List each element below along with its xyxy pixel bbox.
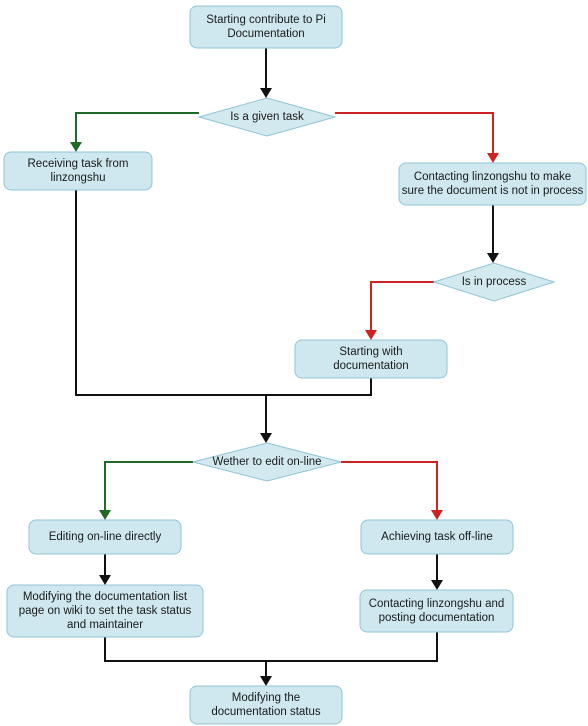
node-label-line: Contacting linzongshu to make — [414, 171, 571, 183]
node-is-given-task[interactable]: Is a given task — [197, 97, 337, 137]
process-shape — [189, 5, 343, 49]
node-modify-doc-status[interactable]: Modifying the documentation status — [189, 685, 343, 725]
node-label: Is in process — [462, 276, 527, 288]
edge-line — [75, 112, 199, 146]
edge-e-edit-no — [341, 461, 443, 520]
node-label-line: Achieving task off-line — [381, 531, 493, 543]
arrowhead-icon — [431, 580, 443, 590]
node-label-line: Starting with — [339, 346, 402, 358]
node-contacting-check[interactable]: Contacting linzongshu to make sure the do… — [398, 162, 587, 206]
node-label-line: Receiving task from — [28, 158, 129, 170]
edge-e-start-decision — [260, 48, 272, 98]
node-modify-doc-list[interactable]: Modifying the documentation list page on … — [6, 584, 204, 638]
node-label-line: posting documentation — [379, 612, 495, 624]
node-label: Wether to edit on-line — [212, 456, 321, 468]
arrowhead-icon — [431, 510, 443, 520]
arrowhead-icon — [487, 153, 499, 163]
node-starting-with-doc[interactable]: Starting with documentation — [294, 339, 448, 379]
node-label-line: Is in process — [462, 276, 527, 288]
process-shape — [398, 162, 587, 206]
node-label-line: Documentation — [227, 28, 304, 40]
flowchart-svg: Starting contribute to Pi Documentation Is… — [3, 5, 587, 725]
node-is-in-process[interactable]: Is in process — [432, 262, 556, 302]
edge-e-check-process — [487, 205, 499, 263]
node-editing-online[interactable]: Editing on-line directly — [28, 519, 182, 555]
node-label-line: Editing on-line directly — [49, 531, 162, 543]
node-label-line: Modifying the — [232, 692, 300, 704]
flowchart-canvas: Starting contribute to Pi Documentation Is… — [0, 0, 588, 726]
node-label-line: sure the document is not in process — [402, 185, 584, 197]
arrowhead-icon — [365, 330, 377, 340]
edge-line — [370, 281, 434, 334]
edge-e-merge-final — [104, 632, 438, 686]
node-start[interactable]: Starting contribute to Pi Documentation — [189, 5, 343, 49]
node-contact-post[interactable]: Contacting linzongshu and posting documen… — [359, 589, 514, 633]
edge-e-online-modify — [99, 554, 111, 585]
node-label-line: documentation status — [211, 706, 321, 718]
node-label-line: Starting contribute to Pi — [206, 14, 326, 26]
edge-line — [104, 461, 193, 514]
node-label-line: linzongshu — [51, 172, 106, 184]
node-label: Is a given task — [230, 111, 304, 123]
arrowhead-icon — [99, 575, 111, 585]
arrowhead-icon — [70, 142, 82, 152]
node-achieving-offline[interactable]: Achieving task off-line — [360, 519, 514, 555]
edge-e-given-yes — [70, 112, 199, 152]
edge-e-inprocess-no — [365, 281, 434, 340]
edge-line — [341, 461, 438, 514]
node-label-line: documentation — [333, 360, 408, 372]
arrowhead-icon — [99, 510, 111, 520]
edge-line — [104, 632, 438, 680]
edge-e-edit-yes — [99, 461, 193, 520]
node-label-line: Modifying the documentation list — [23, 591, 188, 603]
edge-line — [335, 112, 494, 157]
arrowhead-icon — [260, 88, 272, 98]
node-label-line: page on wiki to set the task status — [19, 605, 192, 617]
edge-e-offline-contact — [431, 554, 443, 590]
node-label-line: and maintainer — [67, 619, 143, 631]
node-label: Editing on-line directly — [49, 531, 162, 543]
node-label-line: Contacting linzongshu and — [369, 598, 505, 610]
node-label: Achieving task off-line — [381, 531, 493, 543]
arrowhead-icon — [260, 433, 272, 443]
edge-e-given-no — [335, 112, 499, 163]
node-receiving-task[interactable]: Receiving task from linzongshu — [3, 151, 153, 191]
edge-line — [75, 190, 372, 437]
arrowhead-icon — [260, 676, 272, 686]
node-wether-edit-online[interactable]: Wether to edit on-line — [192, 442, 342, 482]
process-shape — [359, 589, 514, 633]
node-label-line: Wether to edit on-line — [212, 456, 321, 468]
arrowhead-icon — [487, 253, 499, 263]
edge-e-merge-to-edit — [75, 190, 372, 443]
node-label-line: Is a given task — [230, 111, 304, 123]
